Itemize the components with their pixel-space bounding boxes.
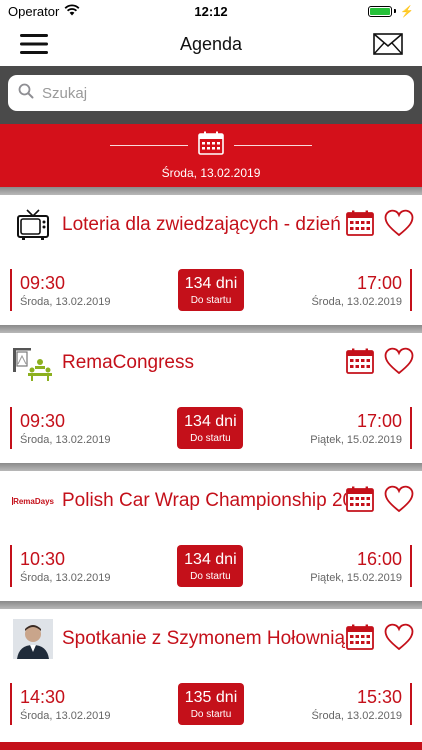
add-to-calendar-icon[interactable] — [346, 624, 374, 655]
speaker-photo — [12, 618, 54, 660]
search-bar-container — [0, 66, 422, 124]
end-time: 17:00 — [356, 272, 402, 293]
start-date: Środa, 13.02.2019 — [20, 295, 111, 308]
event-times: 09:30 Środa, 13.02.2019 134 dni Do start… — [0, 255, 422, 325]
hamburger-menu-icon[interactable] — [18, 28, 50, 60]
event-card[interactable]: Loteria dla zwiedzających - dzień 1 09:3… — [0, 195, 422, 325]
end-time: 17:00 — [356, 410, 402, 431]
status-bar: Operator 12:12 ⚡ — [0, 0, 422, 22]
wifi-icon — [64, 3, 80, 19]
favorite-heart-icon[interactable] — [384, 485, 414, 518]
event-card[interactable]: RemaCongress 09:30 Środa, 13.02.2019 134… — [0, 333, 422, 463]
start-time-block: 10:30 Środa, 13.02.2019 — [10, 545, 111, 587]
add-to-calendar-icon[interactable] — [346, 348, 374, 379]
start-time: 09:30 — [20, 410, 66, 431]
battery-icon: ⚡ — [368, 5, 414, 18]
add-to-calendar-icon[interactable] — [346, 210, 374, 241]
add-to-calendar-icon[interactable] — [346, 486, 374, 517]
search-box[interactable] — [8, 75, 414, 111]
end-time-block: 17:00 Piątek, 15.02.2019 — [310, 407, 412, 449]
status-left: Operator — [8, 4, 80, 19]
search-input[interactable] — [42, 84, 404, 102]
separator — [0, 187, 422, 195]
event-times: 14:30 Środa, 13.02.2019 135 dni Do start… — [0, 669, 422, 739]
countdown-days: 134 dni — [184, 274, 238, 292]
countdown-days: 134 dni — [184, 412, 237, 430]
favorite-heart-icon[interactable] — [384, 623, 414, 656]
page-title: Agenda — [179, 33, 243, 54]
search-icon — [18, 83, 34, 104]
start-time-block: 14:30 Środa, 13.02.2019 — [10, 683, 111, 725]
end-time-block: 16:00 Piątek, 15.02.2019 — [310, 545, 412, 587]
event-header: Spotkanie z Szymonem Hołownią cz.1 — [0, 609, 422, 669]
carrier-label: Operator — [8, 3, 60, 19]
remadays-logo: RemaDays — [12, 480, 54, 522]
event-card[interactable]: RemaDays Polish Car Wrap Championship 20… — [0, 471, 422, 601]
date-banner: Środa, 13.02.2019 — [0, 124, 422, 187]
start-time: 14:30 — [20, 686, 66, 707]
countdown-badge: 134 dni Do startu — [177, 407, 244, 449]
separator — [0, 601, 422, 609]
end-time-block: 17:00 Środa, 13.02.2019 — [311, 269, 412, 311]
countdown-badge: 135 dni Do startu — [178, 683, 244, 725]
event-card[interactable]: Spotkanie z Szymonem Hołownią cz.1 14:30… — [0, 609, 422, 739]
favorite-heart-icon[interactable] — [384, 209, 414, 242]
start-time-block: 09:30 Środa, 13.02.2019 — [10, 407, 111, 449]
start-date: Środa, 13.02.2019 — [20, 433, 111, 446]
event-title: Spotkanie z Szymonem Hołownią cz.1 — [62, 628, 346, 649]
countdown-badge: 134 dni Do startu — [178, 269, 244, 311]
event-times: 09:30 Środa, 13.02.2019 134 dni Do start… — [0, 393, 422, 463]
end-time: 16:00 — [356, 548, 402, 569]
charging-icon: ⚡ — [400, 5, 414, 18]
event-times: 10:30 Środa, 13.02.2019 134 dni Do start… — [0, 531, 422, 601]
start-time-block: 09:30 Środa, 13.02.2019 — [10, 269, 111, 311]
divider — [110, 145, 188, 146]
event-header: Loteria dla zwiedzających - dzień 1 — [0, 195, 422, 255]
congress-logo — [12, 342, 54, 384]
countdown-days: 134 dni — [184, 550, 237, 568]
event-title: RemaCongress — [62, 352, 194, 373]
event-title: Loteria dla zwiedzających - dzień 1 — [62, 214, 346, 235]
countdown-label: Do startu — [190, 570, 231, 582]
status-time: 12:12 — [194, 3, 228, 19]
banner-date: Środa, 13.02.2019 — [161, 166, 261, 180]
tv-icon — [12, 204, 54, 246]
start-date: Środa, 13.02.2019 — [20, 571, 111, 584]
envelope-icon[interactable] — [372, 28, 404, 60]
event-header: RemaCongress — [0, 333, 422, 393]
event-header: RemaDays Polish Car Wrap Championship 20… — [0, 471, 422, 531]
start-time: 09:30 — [20, 272, 66, 293]
countdown-days: 135 dni — [184, 688, 238, 706]
end-date: Środa, 13.02.2019 — [311, 709, 402, 722]
remadays-logo-text: RemaDays — [13, 496, 54, 506]
end-time: 15:30 — [356, 686, 402, 707]
countdown-label: Do startu — [190, 432, 231, 444]
countdown-label: Do startu — [190, 294, 232, 306]
separator — [0, 325, 422, 333]
end-time-block: 15:30 Środa, 13.02.2019 — [311, 683, 412, 725]
separator — [0, 463, 422, 471]
end-date: Piątek, 15.02.2019 — [310, 433, 402, 446]
start-date: Środa, 13.02.2019 — [20, 709, 111, 722]
calendar-icon — [198, 131, 224, 160]
countdown-badge: 134 dni Do startu — [177, 545, 244, 587]
countdown-label: Do startu — [190, 708, 232, 720]
event-title: Polish Car Wrap Championship 2019 — [62, 490, 346, 511]
next-date-banner-edge — [0, 742, 422, 750]
start-time: 10:30 — [20, 548, 66, 569]
end-date: Środa, 13.02.2019 — [311, 295, 402, 308]
divider — [234, 145, 312, 146]
nav-bar: Agenda — [0, 22, 422, 66]
end-date: Piątek, 15.02.2019 — [310, 571, 402, 584]
favorite-heart-icon[interactable] — [384, 347, 414, 380]
